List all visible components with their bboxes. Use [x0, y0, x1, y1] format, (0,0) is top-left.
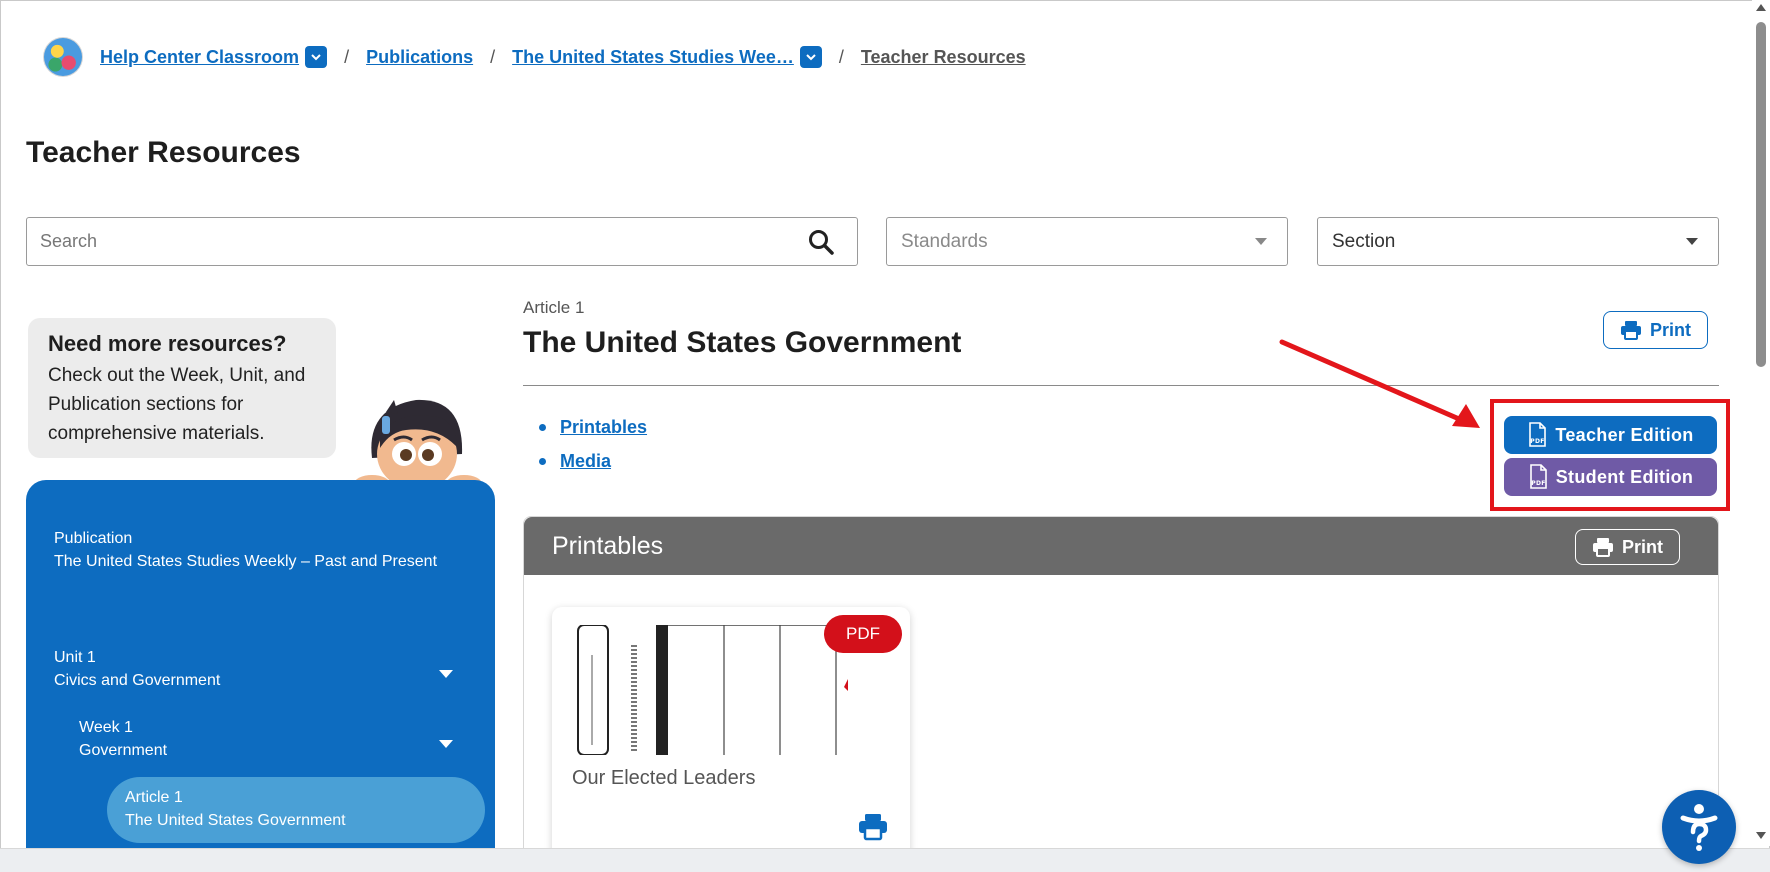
unit-expand-chevron-icon[interactable]: [439, 670, 453, 678]
article-kicker: Article 1: [523, 298, 585, 317]
resources-promo-bubble: Need more resources? Check out the Week,…: [28, 318, 336, 458]
globe-logo-icon: [44, 38, 82, 76]
standards-select-value: Standards: [901, 230, 988, 252]
standards-select[interactable]: Standards: [886, 217, 1288, 266]
scroll-down-arrow-icon[interactable]: [1756, 832, 1766, 839]
accessibility-help-button[interactable]: [1662, 790, 1736, 864]
mascot-girl-illustration: [354, 399, 482, 490]
breadcrumb-publications-link[interactable]: Publications: [366, 47, 473, 68]
scrollbar-thumb[interactable]: [1756, 22, 1766, 367]
nav-publication-label: Publication: [54, 530, 133, 547]
printables-title: Printables: [552, 531, 664, 560]
nav-publication[interactable]: Publication The United States Studies We…: [54, 527, 454, 573]
breadcrumb: Help Center Classroom / Publications / T…: [44, 35, 1026, 79]
section-select-value: Section: [1332, 230, 1396, 252]
breadcrumb-classroom-link[interactable]: Help Center Classroom: [100, 47, 299, 68]
pdf-file-icon: PDF: [1529, 422, 1547, 447]
search-icon[interactable]: [807, 228, 835, 256]
section-select[interactable]: Section: [1317, 217, 1719, 266]
nav-publication-name: The United States Studies Weekly – Past …: [54, 553, 438, 570]
promo-title: Need more resources?: [48, 331, 287, 356]
breadcrumb-current[interactable]: Teacher Resources: [861, 47, 1026, 68]
article-print-label: Print: [1649, 319, 1691, 340]
article-print-button[interactable]: Print: [1603, 311, 1708, 349]
breadcrumb-separator: /: [490, 46, 496, 67]
list-item: Media: [538, 450, 647, 484]
promo-text: Check out the Week, Unit, and Publicatio…: [48, 365, 306, 444]
printables-section: Printables Print PDF Our Elected Leaders: [523, 516, 1719, 872]
accessibility-help-icon: [1680, 804, 1718, 851]
page-title: Teacher Resources: [26, 136, 301, 169]
nav-unit[interactable]: Unit 1 Civics and Government: [54, 646, 374, 692]
nav-week-label: Week 1: [79, 719, 133, 736]
breadcrumb-separator: /: [838, 46, 844, 67]
search-input[interactable]: [27, 218, 807, 265]
pdf-badge: PDF: [824, 615, 902, 653]
nav-article-label: Article 1: [125, 789, 183, 806]
anchor-printables-link[interactable]: Printables: [560, 417, 647, 437]
svg-text:PDF: PDF: [1531, 438, 1545, 445]
printable-card-title: Our Elected Leaders: [572, 767, 756, 789]
nav-article-active[interactable]: Article 1 The United States Government: [107, 777, 485, 843]
printables-header: Printables Print: [524, 517, 1718, 575]
nav-week[interactable]: Week 1 Government: [79, 716, 379, 762]
nav-unit-label: Unit 1: [54, 649, 96, 666]
student-edition-label: Student Edition: [1555, 466, 1694, 487]
article-divider: [523, 385, 1719, 386]
teacher-edition-button[interactable]: PDF Teacher Edition: [1504, 416, 1717, 454]
anchor-media-link[interactable]: Media: [560, 451, 611, 471]
search-field: [26, 217, 858, 266]
nav-week-name: Government: [79, 742, 168, 759]
svg-text:PDF: PDF: [1531, 480, 1545, 487]
chevron-down-icon: [1686, 238, 1698, 245]
horizontal-scrollbar-track: [0, 848, 1770, 872]
chevron-down-icon: [1255, 238, 1267, 245]
section-anchor-list: Printables Media: [538, 416, 647, 484]
article-title: The United States Government: [523, 326, 962, 359]
classroom-dropdown-button[interactable]: [305, 46, 328, 68]
printer-icon: [1592, 538, 1613, 557]
course-navigation-panel: Publication The United States Studies We…: [26, 480, 495, 872]
printer-icon[interactable]: [858, 813, 888, 841]
vertical-scrollbar[interactable]: [1752, 0, 1770, 846]
breadcrumb-publication-link[interactable]: The United States Studies Wee…: [512, 47, 794, 68]
publication-dropdown-button[interactable]: [799, 46, 822, 68]
pdf-file-icon: PDF: [1529, 464, 1547, 489]
breadcrumb-separator: /: [344, 46, 350, 67]
week-expand-chevron-icon[interactable]: [439, 740, 453, 748]
nav-article-name: The United States Government: [125, 812, 346, 829]
list-item: Printables: [538, 416, 647, 450]
nav-unit-name: Civics and Government: [54, 672, 221, 689]
chevron-down-icon: [806, 54, 816, 61]
printables-print-label: Print: [1621, 536, 1663, 557]
printer-icon: [1620, 321, 1641, 340]
annotation-arrow: [1279, 339, 1480, 428]
student-edition-button[interactable]: PDF Student Edition: [1504, 458, 1717, 496]
scroll-up-arrow-icon[interactable]: [1756, 4, 1766, 11]
chevron-down-icon: [311, 54, 321, 61]
printables-print-button[interactable]: Print: [1575, 529, 1680, 565]
teacher-edition-label: Teacher Edition: [1555, 424, 1694, 445]
printable-card[interactable]: PDF Our Elected Leaders: [552, 607, 910, 872]
